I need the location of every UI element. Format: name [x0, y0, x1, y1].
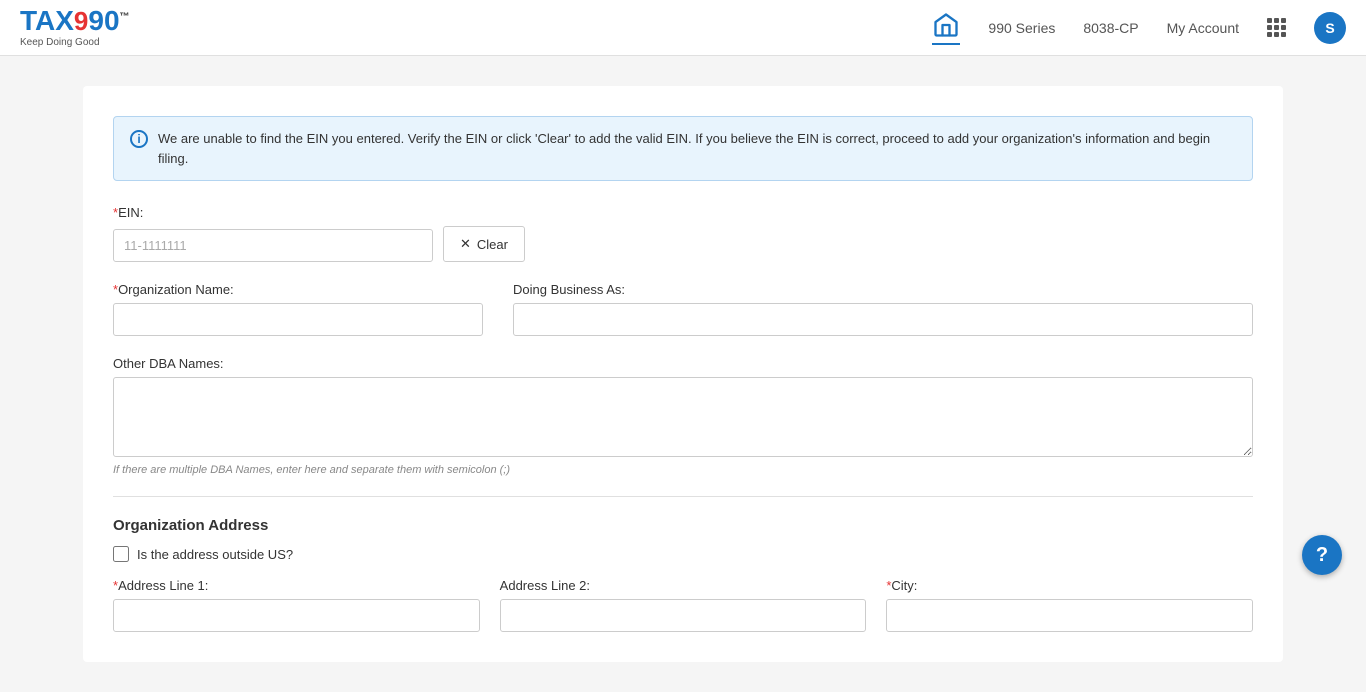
clear-button[interactable]: ✕ Clear — [443, 226, 525, 262]
logo-text: TAX990™ — [20, 7, 130, 35]
address-line2-input[interactable] — [500, 599, 867, 632]
org-dba-row: *Organization Name: Doing Business As: — [113, 282, 1253, 336]
logo-tagline: Keep Doing Good — [20, 37, 100, 48]
dba-hint: If there are multiple DBA Names, enter h… — [113, 464, 1253, 476]
grid-menu-icon[interactable] — [1267, 18, 1286, 37]
nav-my-account[interactable]: My Account — [1167, 20, 1239, 36]
dba-input[interactable] — [513, 303, 1253, 336]
org-name-label: *Organization Name: — [113, 282, 483, 297]
header-nav: 990 Series 8038-CP My Account S — [932, 11, 1346, 45]
ein-label: *EIN: — [113, 205, 1253, 220]
address-line1-group: *Address Line 1: — [113, 578, 480, 632]
address-line2-label: Address Line 2: — [500, 578, 867, 593]
main-content: i We are unable to find the EIN you ente… — [0, 56, 1366, 692]
ein-input[interactable] — [113, 229, 433, 262]
info-icon: i — [130, 130, 148, 148]
org-name-group: *Organization Name: — [113, 282, 483, 336]
clear-label: Clear — [477, 237, 508, 252]
help-button[interactable]: ? — [1302, 535, 1342, 575]
divider — [113, 496, 1253, 497]
alert-message: We are unable to find the EIN you entere… — [158, 129, 1236, 168]
logo-tax: TAX — [20, 5, 74, 36]
logo-tm: ™ — [120, 12, 130, 23]
org-name-input[interactable] — [113, 303, 483, 336]
nav-8038-cp[interactable]: 8038-CP — [1083, 20, 1138, 36]
logo-zero: 0 — [104, 5, 120, 36]
org-address-section: Organization Address Is the address outs… — [113, 517, 1253, 632]
logo: TAX990™ Keep Doing Good — [20, 7, 130, 48]
other-dba-section: Other DBA Names: If there are multiple D… — [113, 356, 1253, 476]
other-dba-input[interactable] — [113, 377, 1253, 457]
address-line1-input[interactable] — [113, 599, 480, 632]
ein-section: *EIN: ✕ Clear — [113, 205, 1253, 262]
city-input[interactable] — [886, 599, 1253, 632]
outside-us-label: Is the address outside US? — [137, 547, 293, 562]
outside-us-checkbox[interactable] — [113, 546, 129, 562]
nav-990-series[interactable]: 990 Series — [988, 20, 1055, 36]
ein-row: ✕ Clear — [113, 226, 1253, 262]
address-line1-label: *Address Line 1: — [113, 578, 480, 593]
user-avatar[interactable]: S — [1314, 12, 1346, 44]
outside-us-row: Is the address outside US? — [113, 546, 1253, 562]
form-card: i We are unable to find the EIN you ente… — [83, 86, 1283, 662]
other-dba-label: Other DBA Names: — [113, 356, 1253, 371]
close-icon: ✕ — [460, 236, 471, 252]
home-nav-button[interactable] — [932, 11, 960, 45]
dba-group: Doing Business As: — [513, 282, 1253, 336]
logo-nine: 9 — [74, 6, 88, 36]
address-line2-group: Address Line 2: — [500, 578, 867, 632]
alert-banner: i We are unable to find the EIN you ente… — [113, 116, 1253, 181]
ein-input-wrap — [113, 229, 433, 262]
header: TAX990™ Keep Doing Good 990 Series 8038-… — [0, 0, 1366, 56]
logo-nine2: 9 — [88, 5, 104, 36]
org-address-title: Organization Address — [113, 517, 1253, 534]
address-row: *Address Line 1: Address Line 2: *City: — [113, 578, 1253, 632]
dba-label: Doing Business As: — [513, 282, 1253, 297]
city-label: *City: — [886, 578, 1253, 593]
city-group: *City: — [886, 578, 1253, 632]
